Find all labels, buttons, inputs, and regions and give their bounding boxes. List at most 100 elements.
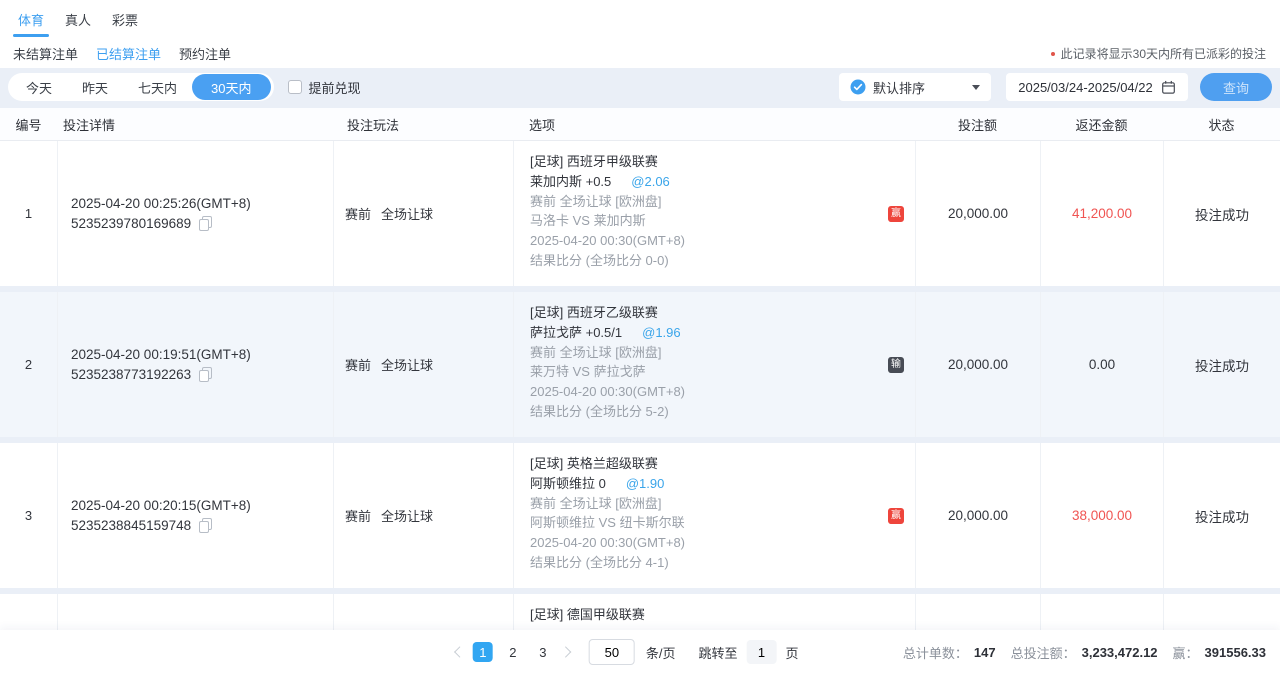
stake-amount	[915, 594, 1040, 630]
bet-status: 投注成功	[1163, 141, 1280, 286]
payout-amount: 0.00	[1040, 292, 1163, 437]
copy-icon[interactable]	[198, 518, 212, 534]
header-status: 状态	[1163, 115, 1280, 134]
page-1[interactable]: 1	[473, 642, 493, 662]
totals-label: 赢：	[1173, 643, 1199, 662]
copy-icon[interactable]	[198, 367, 212, 383]
market-info: 赛前 全场让球 [欧洲盘]	[530, 192, 885, 212]
table-row: 2 2025-04-20 00:19:51(GMT+8) 52352387731…	[0, 292, 1280, 437]
early-cashout-toggle[interactable]: 提前兑现	[288, 78, 361, 97]
bet-type-cell: 赛前 全场让球	[333, 443, 513, 588]
play-type: 全场让球	[381, 204, 433, 223]
pick-selection: 萨拉戈萨 +0.5/1	[530, 323, 622, 343]
header-selection: 选项	[513, 115, 915, 134]
bet-time: 2025-04-20 00:20:15(GMT+8)	[71, 498, 333, 513]
tab-sports[interactable]: 体育	[16, 10, 46, 37]
date-range-picker[interactable]: 2025/03/24-2025/04/22	[1006, 73, 1188, 101]
sub-tab-bar: 未结算注单已结算注单预约注单 此记录将显示30天内所有已派彩的投注	[0, 37, 1280, 63]
bet-time: 2025-04-20 00:25:26(GMT+8)	[71, 196, 333, 211]
league-name: [足球] 德国甲级联赛	[530, 605, 885, 625]
page-size-input[interactable]	[589, 639, 635, 665]
page-list: 123	[473, 642, 553, 662]
tab-lottery[interactable]: 彩票	[110, 10, 140, 37]
play-stage: 赛前	[345, 355, 371, 374]
page-3[interactable]: 3	[533, 642, 553, 662]
subtab-settled-bets[interactable]: 已结算注单	[96, 44, 161, 63]
bet-status	[1163, 594, 1280, 630]
bet-details-cell: 2025-04-20 00:20:15(GMT+8) 5235238845159…	[57, 443, 333, 588]
totals-item: 总投注额：3,233,472.12	[1011, 643, 1158, 662]
payout-amount	[1040, 594, 1163, 630]
selection-cell: [足球] 西班牙甲级联赛 莱加内斯 +0.5 @2.06 赛前 全场让球 [欧洲…	[513, 141, 915, 286]
cashout-label: 提前兑现	[309, 78, 361, 97]
match-teams: 马洛卡 VS 莱加内斯	[530, 211, 885, 231]
bet-details-cell	[57, 594, 333, 630]
jump-page-input[interactable]	[747, 640, 777, 664]
stake-amount: 20,000.00	[915, 292, 1040, 437]
play-stage: 赛前	[345, 204, 371, 223]
period-last-30-days[interactable]: 30天内	[192, 74, 270, 100]
chevron-down-icon	[972, 85, 980, 90]
odds-value: @1.96	[642, 323, 681, 343]
table-row: 1 2025-04-20 00:25:26(GMT+8) 52352397801…	[0, 141, 1280, 286]
play-type: 全场让球	[381, 506, 433, 525]
selection-cell: [足球] 西班牙乙级联赛 萨拉戈萨 +0.5/1 @1.96 赛前 全场让球 […	[513, 292, 915, 437]
odds-value: @2.06	[631, 172, 670, 192]
top-bar: 体育真人彩票 未结算注单已结算注单预约注单 此记录将显示30天内所有已派彩的投注	[0, 0, 1280, 68]
totals-item: 赢：391556.33	[1173, 643, 1266, 662]
sort-dropdown[interactable]: 默认排序	[839, 73, 991, 101]
match-time: 2025-04-20 00:30(GMT+8)	[530, 231, 885, 251]
per-page-label: 条/页	[646, 643, 676, 662]
bet-time: 2025-04-20 00:19:51(GMT+8)	[71, 347, 333, 362]
outcome-badge: 输	[888, 357, 904, 373]
result-score: 结果比分 (全场比分 4-1)	[530, 553, 885, 573]
query-button[interactable]: 查询	[1200, 73, 1272, 101]
bet-number: 3	[0, 443, 57, 588]
prev-page-icon[interactable]	[456, 648, 464, 656]
subtab-reserved-bets[interactable]: 预约注单	[179, 44, 231, 63]
bet-id: 5235238773192263	[71, 367, 191, 382]
subtab-unsettled-bets[interactable]: 未结算注单	[13, 44, 78, 63]
odds-value: @1.90	[626, 474, 665, 494]
bet-type-cell	[333, 594, 513, 630]
period-yesterday[interactable]: 昨天	[67, 73, 123, 101]
table-header: 编号 投注详情 投注玩法 选项 投注额 返还金额 状态	[0, 108, 1280, 141]
bet-table-body: 1 2025-04-20 00:25:26(GMT+8) 52352397801…	[0, 141, 1280, 630]
totals-label: 总投注额：	[1011, 643, 1076, 662]
bet-number: 1	[0, 141, 57, 286]
cashout-checkbox[interactable]	[288, 80, 302, 94]
tab-live[interactable]: 真人	[63, 10, 93, 37]
league-name: [足球] 西班牙甲级联赛	[530, 152, 885, 172]
match-time: 2025-04-20 00:30(GMT+8)	[530, 382, 885, 402]
period-last-7-days[interactable]: 七天内	[123, 73, 192, 101]
outcome-badge: 赢	[888, 206, 904, 222]
sort-label: 默认排序	[873, 78, 925, 97]
stake-amount: 20,000.00	[915, 141, 1040, 286]
page-2[interactable]: 2	[503, 642, 523, 662]
outcome-badge: 赢	[888, 508, 904, 524]
pick-selection: 莱加内斯 +0.5	[530, 172, 611, 192]
jump-to-label: 跳转至	[698, 643, 737, 662]
bet-number	[0, 594, 57, 630]
bet-status: 投注成功	[1163, 443, 1280, 588]
pagination: 123 条/页 跳转至 页	[456, 630, 799, 674]
bet-type-cell: 赛前 全场让球	[333, 292, 513, 437]
calendar-icon	[1161, 80, 1176, 95]
header-bet-type: 投注玩法	[333, 115, 513, 134]
period-today[interactable]: 今天	[11, 73, 67, 101]
copy-icon[interactable]	[198, 216, 212, 232]
result-score: 结果比分 (全场比分 5-2)	[530, 402, 885, 422]
market-info: 赛前 全场让球 [欧洲盘]	[530, 494, 885, 514]
bet-id: 5235238845159748	[71, 518, 191, 533]
check-circle-icon	[850, 79, 866, 95]
bet-status: 投注成功	[1163, 292, 1280, 437]
totals-label: 总计单数：	[903, 643, 968, 662]
header-number: 编号	[0, 115, 57, 134]
pick-selection: 阿斯顿维拉 0	[530, 474, 606, 494]
next-page-icon[interactable]	[562, 648, 570, 656]
bet-details-cell: 2025-04-20 00:19:51(GMT+8) 5235238773192…	[57, 292, 333, 437]
match-time: 2025-04-20 00:30(GMT+8)	[530, 533, 885, 553]
table-row: 3 2025-04-20 00:20:15(GMT+8) 52352388451…	[0, 443, 1280, 588]
league-name: [足球] 英格兰超级联赛	[530, 454, 885, 474]
table-row: [足球] 德国甲级联赛	[0, 594, 1280, 630]
